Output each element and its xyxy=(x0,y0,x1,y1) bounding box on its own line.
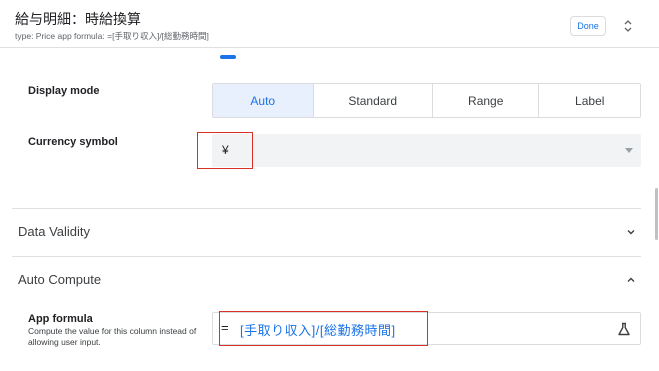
display-mode-option-standard[interactable]: Standard xyxy=(312,84,432,117)
scrollbar-thumb[interactable] xyxy=(655,188,658,240)
section-auto-compute[interactable]: Auto Compute xyxy=(0,260,659,300)
dropdown-arrow-icon xyxy=(625,148,633,153)
unfold-icon[interactable] xyxy=(622,18,634,34)
app-formula-label: App formula xyxy=(28,313,93,325)
currency-symbol-label: Currency symbol xyxy=(28,136,118,148)
display-mode-option-auto[interactable]: Auto xyxy=(213,84,313,117)
app-formula-help: Compute the value for this column instea… xyxy=(28,326,197,347)
unfold-icon-svg xyxy=(624,20,632,32)
chevron-up-icon xyxy=(627,277,635,282)
formula-equals-sign: = xyxy=(221,320,229,335)
display-mode-option-range[interactable]: Range xyxy=(431,84,539,117)
chevron-down-icon xyxy=(627,230,635,235)
flask-icon[interactable] xyxy=(617,322,631,336)
display-mode-selector: Auto Standard Range Label xyxy=(212,83,641,118)
column-subtitle: type: Price app formula: =[手取り収入]/[総勤務時間… xyxy=(15,31,209,41)
formula-expression: [手取り収入]/[総勤務時間] xyxy=(240,323,396,338)
scroll-indicator xyxy=(220,55,236,59)
column-title: 給与明細：時給換算 xyxy=(15,11,141,27)
divider xyxy=(12,256,641,257)
display-mode-option-label[interactable]: Label xyxy=(538,84,640,117)
done-button[interactable]: Done xyxy=(570,16,606,36)
display-mode-label: Display mode xyxy=(28,85,100,97)
currency-symbol-value: ¥ xyxy=(222,143,229,157)
section-title-data-validity: Data Validity xyxy=(18,224,91,239)
app-formula-input[interactable]: = [手取り収入]/[総勤務時間] xyxy=(212,312,641,345)
section-data-validity[interactable]: Data Validity xyxy=(0,212,659,252)
editor-header: 給与明細：時給換算 type: Price app formula: =[手取り… xyxy=(0,0,659,48)
section-title-auto-compute: Auto Compute xyxy=(18,272,102,287)
divider xyxy=(12,208,641,209)
currency-symbol-select[interactable]: ¥ xyxy=(212,134,641,167)
